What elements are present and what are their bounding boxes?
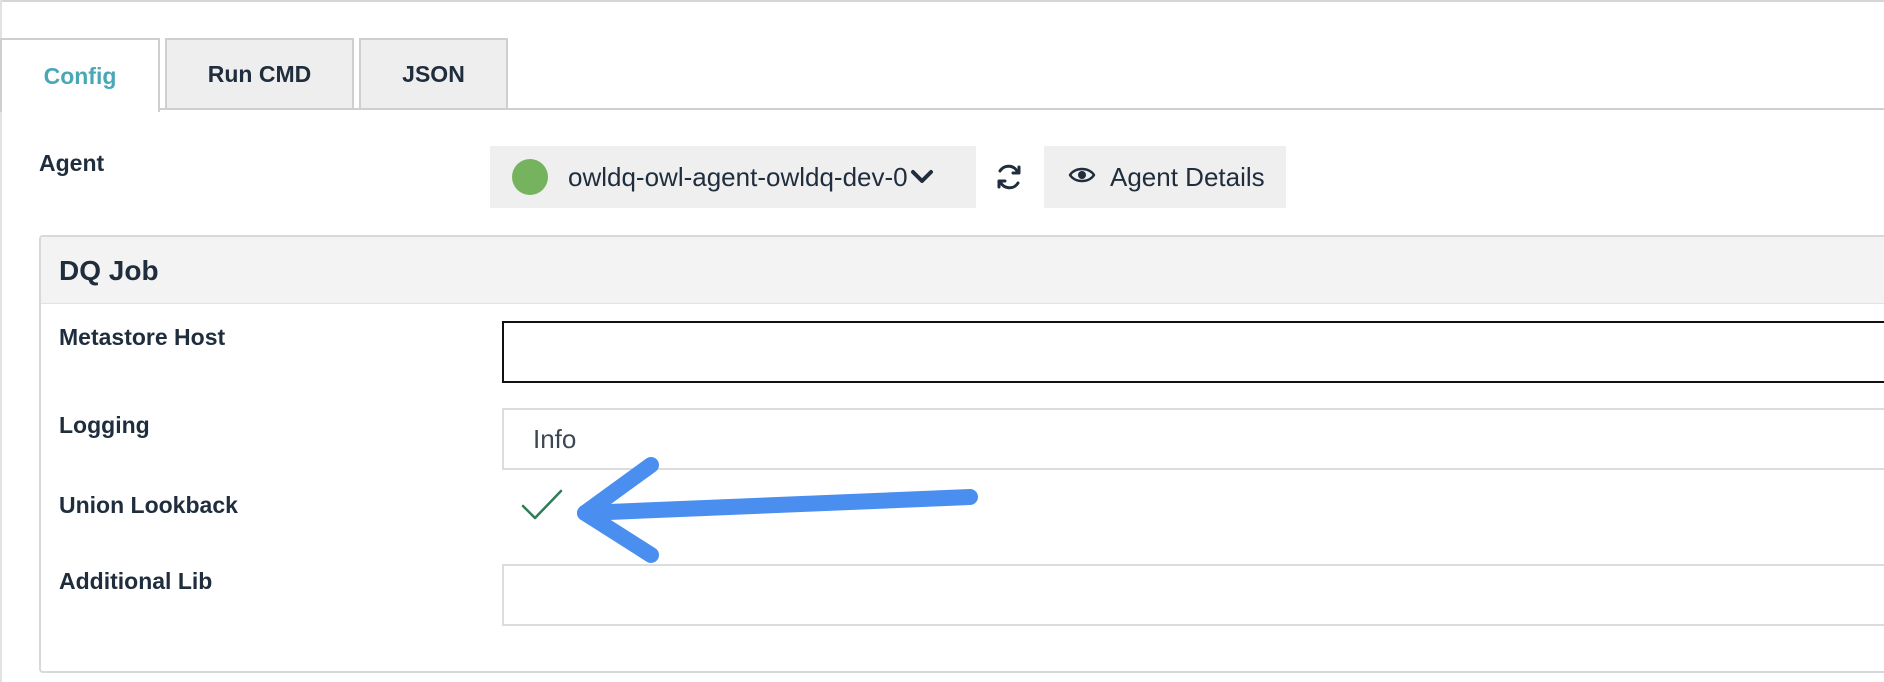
eye-icon [1068, 165, 1096, 190]
agent-selected-value: owldq-owl-agent-owldq-dev-0 [568, 161, 908, 192]
agent-status-dot [512, 159, 548, 195]
agent-select[interactable]: owldq-owl-agent-owldq-dev-0 [490, 146, 976, 208]
metastore-host-label: Metastore Host [59, 324, 226, 350]
agent-label: Agent [39, 150, 105, 176]
additional-lib-label: Additional Lib [59, 568, 213, 594]
agent-details-label: Agent Details [1110, 161, 1265, 192]
check-icon [521, 489, 563, 520]
top-divider [0, 0, 1884, 2]
union-lookback-label: Union Lookback [59, 492, 238, 518]
additional-lib-input[interactable] [502, 564, 1884, 626]
tab-json[interactable]: JSON [359, 38, 508, 108]
chevron-down-icon [910, 168, 934, 186]
refresh-icon[interactable] [990, 158, 1028, 196]
tab-config[interactable]: Config [0, 38, 160, 112]
logging-label: Logging [59, 412, 150, 438]
panel-title: DQ Job [59, 255, 159, 286]
tab-run-cmd[interactable]: Run CMD [165, 38, 354, 108]
panel-header: DQ Job [41, 237, 1884, 304]
metastore-host-input[interactable] [502, 321, 1884, 383]
annotation-arrow [577, 457, 978, 563]
config-page: Config Run CMD JSON Agent owldq-owl-agen… [0, 0, 1884, 682]
tabs-baseline [159, 108, 1884, 110]
agent-details-button[interactable]: Agent Details [1044, 146, 1286, 208]
union-lookback-checkbox[interactable] [520, 487, 564, 523]
